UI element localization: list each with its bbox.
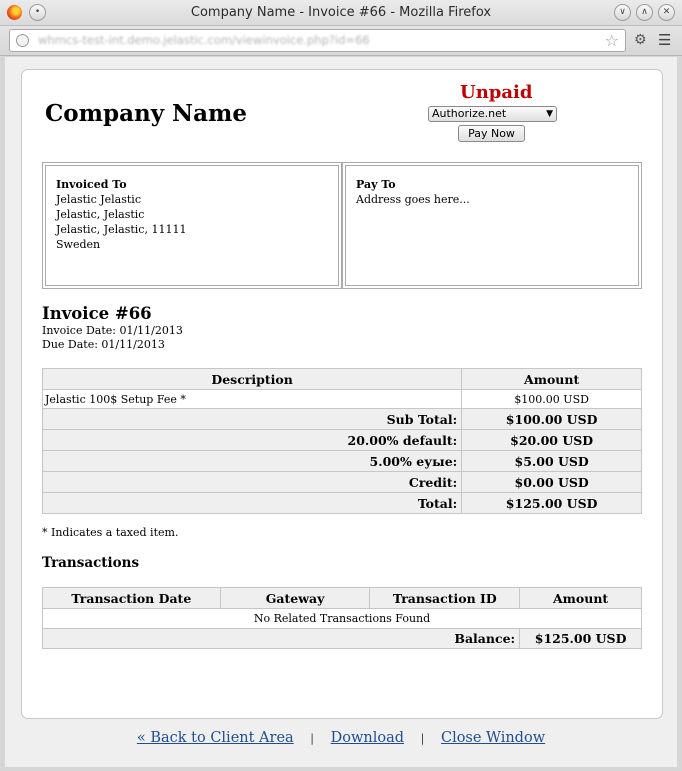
summary-value: $20.00 USD bbox=[461, 429, 642, 451]
taxed-item-note: * Indicates a taxed item. bbox=[42, 526, 179, 539]
download-link[interactable]: Download bbox=[331, 730, 404, 746]
summary-label: 20.00% default: bbox=[41, 429, 463, 451]
summary-label: 5.00% еуые: bbox=[41, 450, 463, 472]
balance-value: $125.00 USD bbox=[519, 628, 642, 649]
pay-now-button[interactable]: Pay Now bbox=[458, 125, 525, 142]
summary-label: Sub Total: bbox=[41, 408, 463, 430]
item-description: Jelastic 100$ Setup Fee * bbox=[41, 389, 463, 409]
pay-to-box: Pay To Address goes here... bbox=[342, 162, 642, 289]
url-text: whmcs-test-int.demo.jelastic.com/viewinv… bbox=[38, 33, 370, 47]
transactions-heading: Transactions bbox=[42, 555, 140, 571]
transactions-table: Transaction Date Gateway Transaction ID … bbox=[41, 587, 642, 649]
invoiced-to-box: Invoiced To Jelastic Jelastic Jelastic, … bbox=[42, 162, 342, 289]
invoiced-to-line: Jelastic, Jelastic, 11111 bbox=[56, 223, 187, 236]
close-window-link[interactable]: Close Window bbox=[441, 730, 545, 746]
table-row: No Related Transactions Found bbox=[42, 608, 642, 629]
close-icon[interactable]: ✕ bbox=[658, 4, 675, 21]
company-name: Company Name bbox=[45, 100, 247, 127]
page-viewport: Company Name Unpaid Authorize.net ▼ Pay … bbox=[5, 57, 677, 767]
due-date: Due Date: 01/11/2013 bbox=[42, 338, 165, 351]
item-amount: $100.00 USD bbox=[461, 389, 642, 409]
maximize-icon[interactable]: ∧ bbox=[636, 4, 653, 21]
invoiced-to-line: Jelastic, Jelastic bbox=[56, 208, 145, 221]
summary-value: $0.00 USD bbox=[461, 471, 642, 493]
bookmark-star-icon[interactable]: ☆ bbox=[605, 31, 619, 50]
chevron-down-icon: ▼ bbox=[546, 109, 553, 119]
column-header-description: Description bbox=[41, 368, 463, 390]
column-header-transaction-id: Transaction ID bbox=[369, 587, 521, 609]
invoiced-to-heading: Invoiced To bbox=[56, 178, 127, 191]
footer-links: « Back to Client Area | Download | Close… bbox=[5, 730, 677, 746]
invoice-date: Invoice Date: 01/11/2013 bbox=[42, 324, 183, 337]
summary-row: Total: $125.00 USD bbox=[41, 492, 642, 514]
gateway-selected-value: Authorize.net bbox=[432, 107, 507, 120]
balance-row: Balance: $125.00 USD bbox=[41, 628, 642, 649]
site-identity-icon[interactable] bbox=[16, 34, 29, 47]
minimize-icon[interactable]: ∨ bbox=[614, 4, 631, 21]
summary-row: Sub Total: $100.00 USD bbox=[41, 408, 642, 430]
column-header-amount: Amount bbox=[461, 368, 642, 390]
invoice-title: Invoice #66 bbox=[42, 304, 152, 323]
summary-row: 20.00% default: $20.00 USD bbox=[41, 429, 642, 451]
pay-to-address: Address goes here... bbox=[356, 193, 470, 206]
invoice-card: Company Name Unpaid Authorize.net ▼ Pay … bbox=[21, 69, 663, 719]
invoice-dates: Invoice Date: 01/11/2013 Due Date: 01/11… bbox=[42, 324, 183, 352]
balance-label: Balance: bbox=[41, 628, 521, 649]
summary-row: Credit: $0.00 USD bbox=[41, 471, 642, 493]
column-header-transaction-date: Transaction Date bbox=[42, 587, 221, 609]
invoice-status: Unpaid bbox=[460, 82, 533, 103]
summary-value: $5.00 USD bbox=[461, 450, 642, 472]
summary-label: Total: bbox=[41, 492, 463, 514]
link-separator: | bbox=[420, 732, 425, 745]
column-header-amount: Amount bbox=[519, 587, 642, 609]
summary-value: $125.00 USD bbox=[461, 492, 642, 514]
pay-to-heading: Pay To bbox=[356, 178, 396, 191]
column-header-gateway: Gateway bbox=[219, 587, 371, 609]
no-transactions-message: No Related Transactions Found bbox=[42, 608, 642, 629]
invoice-items-table: Description Amount Jelastic 100$ Setup F… bbox=[41, 368, 642, 514]
summary-value: $100.00 USD bbox=[461, 408, 642, 430]
back-to-client-area-link[interactable]: « Back to Client Area bbox=[137, 730, 294, 746]
window-title: Company Name - Invoice #66 - Mozilla Fir… bbox=[190, 5, 492, 20]
link-separator: | bbox=[310, 732, 315, 745]
addon-icon[interactable]: ⚙ bbox=[634, 32, 647, 48]
invoiced-to-line: Sweden bbox=[56, 238, 101, 251]
summary-row: 5.00% еуые: $5.00 USD bbox=[41, 450, 642, 472]
url-bar[interactable]: whmcs-test-int.demo.jelastic.com/viewinv… bbox=[9, 29, 626, 52]
payment-gateway-select[interactable]: Authorize.net ▼ bbox=[428, 106, 557, 122]
table-row: Jelastic 100$ Setup Fee * $100.00 USD bbox=[41, 389, 642, 409]
invoiced-to-line: Jelastic Jelastic bbox=[56, 193, 141, 206]
summary-label: Credit: bbox=[41, 471, 463, 493]
navigation-toolbar: whmcs-test-int.demo.jelastic.com/viewinv… bbox=[0, 26, 682, 56]
window-titlebar: • Company Name - Invoice #66 - Mozilla F… bbox=[0, 0, 682, 26]
hamburger-menu-icon[interactable]: ☰ bbox=[658, 31, 671, 49]
